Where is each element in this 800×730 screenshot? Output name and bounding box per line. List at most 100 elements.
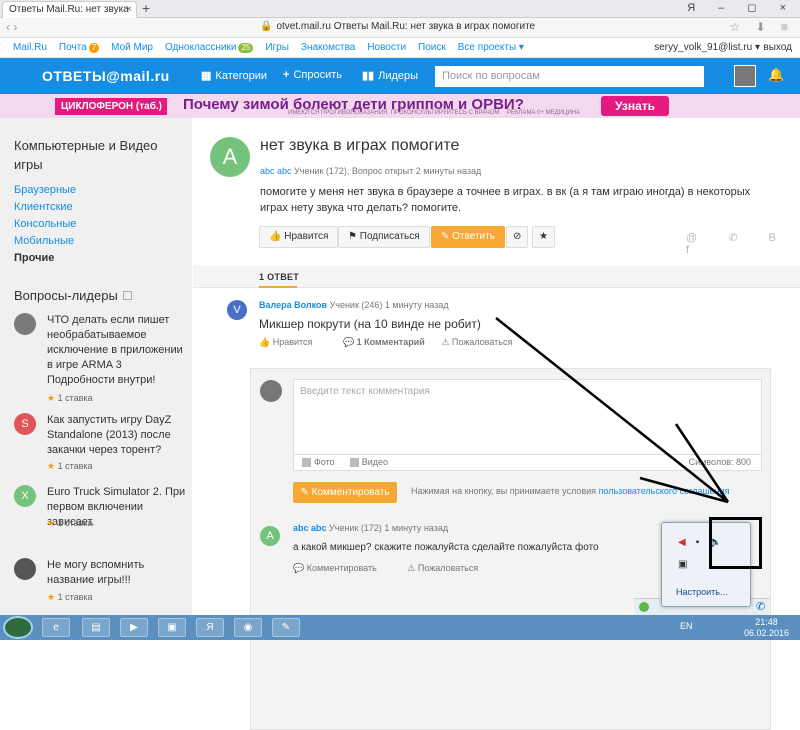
subcategory-console[interactable]: Консольные [14, 216, 76, 233]
tray-app-icon[interactable]: ▪ [696, 537, 710, 548]
block-icon[interactable]: ⊘ [506, 226, 529, 248]
star-icon: ★ [47, 393, 56, 403]
star-icon[interactable]: ★ [532, 226, 555, 248]
portal-links: Mail.Ru Почта 7 Мой Мир Одноклассники 25 Игры З… [13, 42, 536, 53]
ok-count-badge: 25 [238, 43, 254, 53]
answers-count: 1 ОТВЕТ [259, 272, 300, 282]
answer-comments[interactable]: 💬 1 Комментарий [343, 337, 425, 347]
network-icon[interactable]: ▣ [678, 559, 697, 570]
yandex-browser-icon[interactable]: Я [196, 618, 224, 637]
nav-categories[interactable]: ▦ Категории [201, 69, 267, 82]
leader-question-text[interactable]: Как запустить игру DayZ Standalone (2013… [47, 413, 187, 458]
ie-icon[interactable]: e [42, 618, 70, 637]
subcategory-other[interactable]: Прочие [14, 250, 76, 267]
tab-title: Ответы Mail.Ru: нет звука [9, 4, 129, 15]
window-controls[interactable]: Я – ◻ × [687, 1, 796, 14]
status-icon [639, 602, 649, 612]
browser-right-icons[interactable]: ☆ ⬇ ≡ [730, 20, 794, 34]
portal-link-news[interactable]: Новости [367, 42, 406, 53]
leader-question-rate: ★ 1 ставка [47, 393, 93, 403]
terms-link[interactable]: пользовательского соглашения [599, 486, 730, 496]
browser-tab[interactable]: Ответы Mail.Ru: нет звука × [2, 1, 137, 18]
new-tab-button[interactable]: + [142, 0, 150, 16]
subcategory-client[interactable]: Клиентские [14, 199, 76, 216]
leader-question-text[interactable]: ЧТО делать если пишет необрабатываемое и… [47, 313, 187, 388]
portal-link-all-projects[interactable]: Все проекты ▾ [458, 42, 524, 53]
site-logo[interactable]: ОТВЕТЫ@mail.ru [42, 68, 170, 84]
media-player-icon[interactable]: ▶ [120, 618, 148, 637]
steam-icon[interactable]: ◉ [234, 618, 262, 637]
comment-submit-button[interactable]: ✎ Комментировать [293, 482, 397, 503]
answer-author[interactable]: Валера Волков [259, 300, 327, 310]
portal-link-myworld[interactable]: Мой Мир [111, 42, 153, 53]
star-icon: ★ [47, 592, 56, 602]
category-title: Компьютерные и Видео игры [14, 138, 158, 172]
user-avatar[interactable] [734, 65, 756, 87]
avatar: X [14, 485, 36, 507]
start-button[interactable] [3, 616, 33, 639]
question-author[interactable]: abc abc [260, 166, 292, 176]
leader-question-rate: ★ 1 ставка [47, 592, 93, 602]
photo-button[interactable]: Фото [302, 457, 335, 468]
like-button[interactable]: 👍 Нравится [259, 226, 339, 248]
subscribe-button[interactable]: ⚑ Подписаться [338, 226, 430, 248]
comment-icon: ✎ [300, 487, 309, 498]
comment-report[interactable]: ⚠ Пожаловаться [407, 563, 492, 573]
portal-link-ok[interactable]: Одноклассники 25 [165, 42, 254, 53]
answer-report[interactable]: ⚠ Пожаловаться [441, 337, 526, 347]
nav-leaders[interactable]: ▮▮ Лидеры [362, 69, 418, 82]
explorer-icon[interactable]: ▤ [82, 618, 110, 637]
nav-arrows-icon[interactable]: ‹ › [6, 20, 17, 34]
site-header: ОТВЕТЫ@mail.ru ▦ Категории + Спросить ▮▮ Ли… [0, 58, 800, 94]
question-title: нет звука в играх помогите [260, 137, 460, 154]
question-author-avatar[interactable]: A [210, 137, 250, 177]
collapse-icon[interactable] [122, 291, 132, 300]
share-icons[interactable]: @ ✆ B f [686, 231, 800, 256]
answers-tab[interactable]: 1 ОТВЕТ [193, 266, 800, 288]
portal-link-mail[interactable]: Почта 7 [59, 42, 100, 53]
ad-label: РЕКЛАМА 0+ МЕДИЦИНА [507, 110, 581, 116]
taskbar: e ▤ ▶ ▣ Я ◉ ✎ EN 21:48 06.02.2016 [0, 615, 800, 640]
speaker-muted-icon[interactable]: ◀ [678, 537, 696, 548]
paint-icon[interactable]: ✎ [272, 618, 300, 637]
bell-icon[interactable]: 🔔 [768, 67, 784, 83]
comment-reply[interactable]: 💬 Комментировать [293, 563, 391, 573]
comment-author[interactable]: abc abc [293, 523, 327, 533]
comment-actions: 💬 Комментировать ⚠ Пожаловаться [293, 563, 506, 574]
portal-link-mailru[interactable]: Mail.Ru [13, 42, 47, 53]
video-button[interactable]: Видео [349, 457, 388, 468]
answer-like[interactable]: 👍 Нравится [259, 337, 326, 347]
answer-button[interactable]: ✎ Ответить [431, 226, 505, 248]
tab-close-icon[interactable]: × [126, 2, 132, 17]
nav-ask[interactable]: + Спросить [283, 69, 342, 81]
tray-icons-row2: ▣ [678, 559, 697, 570]
leader-question-text[interactable]: Не могу вспомнить название игры!!! [47, 558, 187, 588]
portal-link-search[interactable]: Поиск [418, 42, 446, 53]
subcategory-mobile[interactable]: Мобильные [14, 233, 76, 250]
portal-link-dating[interactable]: Знакомства [301, 42, 355, 53]
logout-link[interactable]: выход [763, 42, 792, 53]
ad-cta-button[interactable]: Узнать [601, 96, 669, 116]
app-icon[interactable]: ▣ [158, 618, 186, 637]
url-field[interactable]: 🔒 otvet.mail.ru Ответы Mail.Ru: нет звука… [260, 21, 535, 32]
phone-icon[interactable]: ✆ [756, 600, 765, 613]
video-icon [349, 458, 359, 468]
thumb-up-icon: 👍 [269, 231, 282, 242]
answer-author-avatar[interactable]: V [227, 300, 247, 320]
comment-tools: Фото Видео Символов: 800 [293, 455, 762, 471]
answer-actions: 👍 Нравится 💬 1 Комментарий ⚠ Пожаловатьс… [259, 337, 540, 348]
user-email-link[interactable]: seryy_volk_91@list.ru ▾ [654, 42, 760, 53]
ad-banner[interactable]: ЦИКЛОФЕРОН (таб.) Почему зимой болеют де… [0, 94, 800, 118]
clock[interactable]: 21:48 06.02.2016 [744, 617, 789, 639]
char-counter: Символов: 800 [688, 457, 751, 467]
language-indicator[interactable]: EN [680, 621, 693, 631]
tray-setup-link[interactable]: Настроить... [676, 587, 727, 597]
subcategory-browser[interactable]: Браузерные [14, 182, 76, 199]
comment-input[interactable]: Введите текст комментария [293, 379, 762, 455]
portal-link-games[interactable]: Игры [265, 42, 289, 53]
comment-author-avatar[interactable]: A [260, 526, 280, 546]
comment-text: а какой микшер? скажите пожалуйста сдела… [293, 542, 599, 553]
flag-icon: ⚑ [348, 231, 357, 242]
search-input[interactable]: Поиск по вопросам [435, 66, 704, 87]
avatar: S [14, 413, 36, 435]
